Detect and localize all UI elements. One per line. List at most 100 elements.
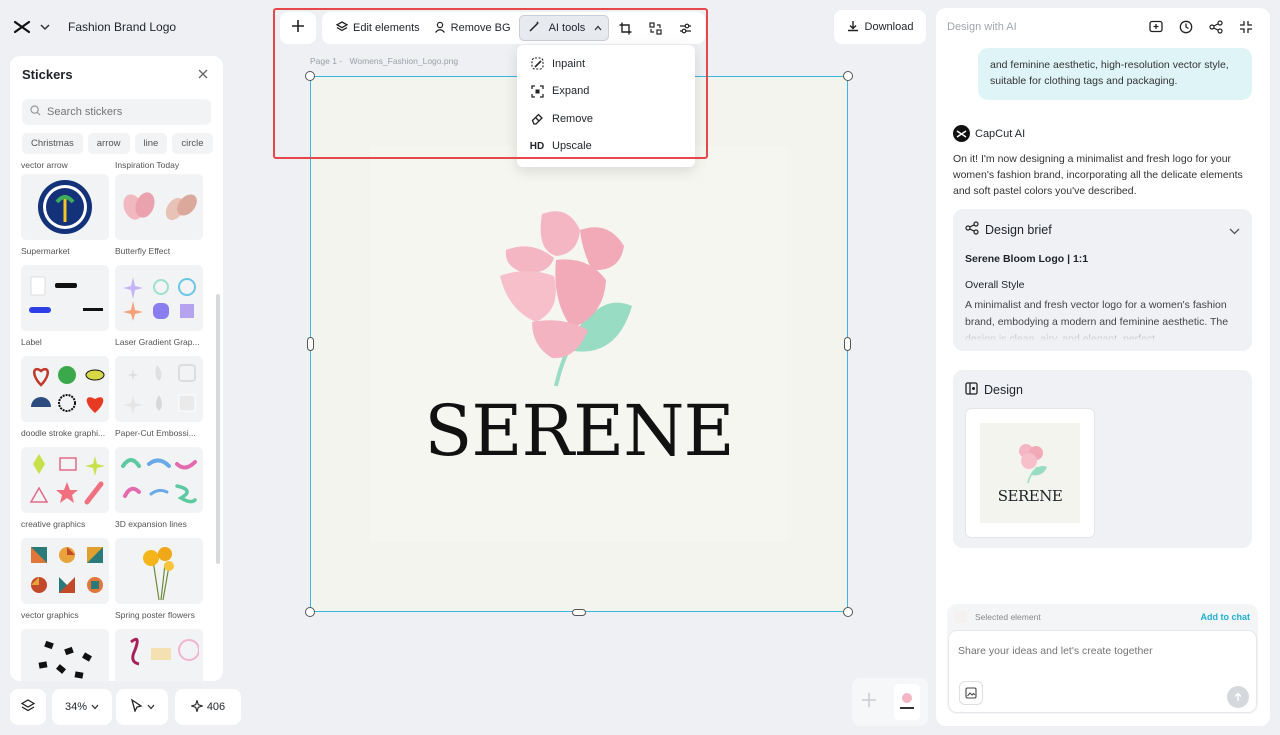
- chevron-down-icon: [147, 701, 155, 713]
- sticker-butterfly[interactable]: [115, 174, 203, 240]
- resize-handle-left[interactable]: [307, 337, 314, 351]
- credits-count: 406: [206, 701, 226, 713]
- sticker-spring-flowers[interactable]: [115, 538, 203, 604]
- stickers-scrollbar[interactable]: [216, 294, 220, 564]
- search-icon: [30, 103, 41, 121]
- pointer-icon: [130, 698, 143, 715]
- close-icon[interactable]: [195, 66, 211, 82]
- file-name[interactable]: Womens_Fashion_Logo.png: [350, 56, 459, 66]
- rose-logo-icon: [500, 211, 632, 387]
- credits-button[interactable]: 406: [175, 689, 241, 725]
- edit-elements-button[interactable]: Edit elements: [330, 15, 426, 41]
- ai-tools-label: AI tools: [548, 22, 586, 34]
- new-chat-icon[interactable]: [1148, 19, 1164, 35]
- sticker-item[interactable]: [21, 629, 109, 681]
- geometric-tiles-icon: [31, 547, 103, 593]
- add-page-icon[interactable]: [860, 691, 878, 714]
- brief-text: A minimalist and fresh vector logo for a…: [965, 299, 1229, 341]
- zoom-value: 34%: [64, 701, 88, 713]
- person-icon: [434, 21, 446, 36]
- resize-handle-bl[interactable]: [305, 607, 315, 617]
- collapse-icon[interactable]: [1238, 19, 1254, 35]
- element-toolbar: Edit elements Remove BG AI tools: [322, 12, 706, 44]
- replace-icon[interactable]: [641, 15, 669, 41]
- layers-button[interactable]: [10, 689, 46, 725]
- resize-handle-tl[interactable]: [305, 71, 315, 81]
- ai-chat-panel: Design with AI and feminine aesthetic, h…: [936, 8, 1270, 726]
- add-to-chat-button[interactable]: Add to chat: [1201, 612, 1251, 622]
- sticker-chips: Christmas arrow line circle: [10, 133, 223, 154]
- brief-subtitle: Serene Bloom Logo | 1:1: [965, 253, 1089, 265]
- inpaint-icon: [529, 57, 545, 70]
- project-title[interactable]: Fashion Brand Logo: [68, 20, 176, 34]
- eraser-icon: [529, 112, 545, 125]
- chat-composer: Selected element Add to chat: [947, 604, 1258, 714]
- capcut-logo-icon[interactable]: [12, 17, 32, 37]
- ai-sender: CapCut AI: [953, 125, 1025, 142]
- sticker-3d-lines[interactable]: [115, 447, 203, 513]
- sticker-label: Spring poster flowers: [115, 610, 195, 620]
- layers-icon: [20, 698, 36, 716]
- sticker-creative-graphics[interactable]: [21, 447, 109, 513]
- ai-tools-menu: Inpaint Expand Remove HD Upscale: [517, 45, 695, 167]
- page-label: Page 1 - Womens_Fashion_Logo.png: [310, 56, 458, 66]
- sticker-vector-graphics[interactable]: [21, 538, 109, 604]
- sticker-laser-gradient[interactable]: [115, 265, 203, 331]
- history-icon[interactable]: [1178, 19, 1194, 35]
- send-button[interactable]: [1227, 686, 1249, 708]
- resize-handle-tr[interactable]: [843, 71, 853, 81]
- ribbon-shapes-icon: [130, 637, 199, 666]
- chip-christmas[interactable]: Christmas: [22, 133, 83, 154]
- download-button[interactable]: Download: [834, 10, 926, 44]
- sticker-search[interactable]: [22, 99, 211, 125]
- menu-item-upscale[interactable]: HD Upscale: [517, 133, 695, 161]
- chevron-up-icon: [594, 22, 602, 34]
- sticker-label: Label: [21, 337, 42, 347]
- sticker-item[interactable]: [115, 629, 203, 681]
- panel-title: Design with AI: [947, 21, 1017, 33]
- adjust-sliders-icon[interactable]: [671, 15, 699, 41]
- magazine-badge-icon: [38, 180, 92, 234]
- resize-handle-right[interactable]: [844, 337, 851, 351]
- crop-icon[interactable]: [611, 15, 639, 41]
- chevron-down-icon[interactable]: [1229, 222, 1240, 240]
- add-button[interactable]: [280, 12, 316, 44]
- expand-icon: [529, 85, 545, 98]
- chip-circle[interactable]: circle: [172, 133, 213, 154]
- sticker-label: creative graphics: [21, 519, 86, 529]
- design-thumbnail[interactable]: SERENE: [965, 408, 1095, 538]
- menu-item-remove[interactable]: Remove: [517, 105, 695, 133]
- sticker-label-pack[interactable]: [21, 265, 109, 331]
- rose-logo-icon: [900, 693, 914, 709]
- remove-bg-label: Remove BG: [450, 22, 511, 34]
- download-icon: [847, 20, 859, 35]
- rose-logo-icon: [1019, 444, 1047, 483]
- page-thumbnail[interactable]: [894, 684, 920, 720]
- category-label: vector arrow: [21, 160, 68, 170]
- chip-line[interactable]: line: [134, 133, 168, 154]
- selected-thumb-icon: [955, 611, 967, 623]
- cursor-tool-button[interactable]: [116, 689, 168, 725]
- resize-handle-bottom[interactable]: [572, 609, 586, 616]
- butterfly-icon: [123, 192, 197, 221]
- chip-arrow[interactable]: arrow: [87, 133, 130, 154]
- sticker-supermarket[interactable]: [21, 174, 109, 240]
- search-input[interactable]: [47, 106, 197, 118]
- design-brief-card[interactable]: Design brief Serene Bloom Logo | 1:1 Ove…: [953, 209, 1252, 351]
- design-icon: [965, 382, 978, 398]
- menu-item-inpaint[interactable]: Inpaint: [517, 50, 695, 78]
- zoom-selector[interactable]: 34%: [52, 689, 112, 725]
- menu-item-expand[interactable]: Expand: [517, 78, 695, 106]
- sticker-doodle-stroke[interactable]: [21, 356, 109, 422]
- remove-bg-button[interactable]: Remove BG: [428, 15, 517, 41]
- upload-image-icon[interactable]: [959, 681, 983, 705]
- ai-tools-button[interactable]: AI tools: [518, 15, 610, 41]
- share-icon[interactable]: [1208, 19, 1224, 35]
- sticker-paper-cut[interactable]: [115, 356, 203, 422]
- resize-handle-br[interactable]: [843, 607, 853, 617]
- wavy-lines-icon: [121, 458, 197, 504]
- chevron-down-icon[interactable]: [40, 18, 50, 36]
- page-thumbnails: [852, 678, 928, 726]
- arrow-up-icon: [1234, 692, 1242, 701]
- chat-input[interactable]: [958, 645, 1248, 675]
